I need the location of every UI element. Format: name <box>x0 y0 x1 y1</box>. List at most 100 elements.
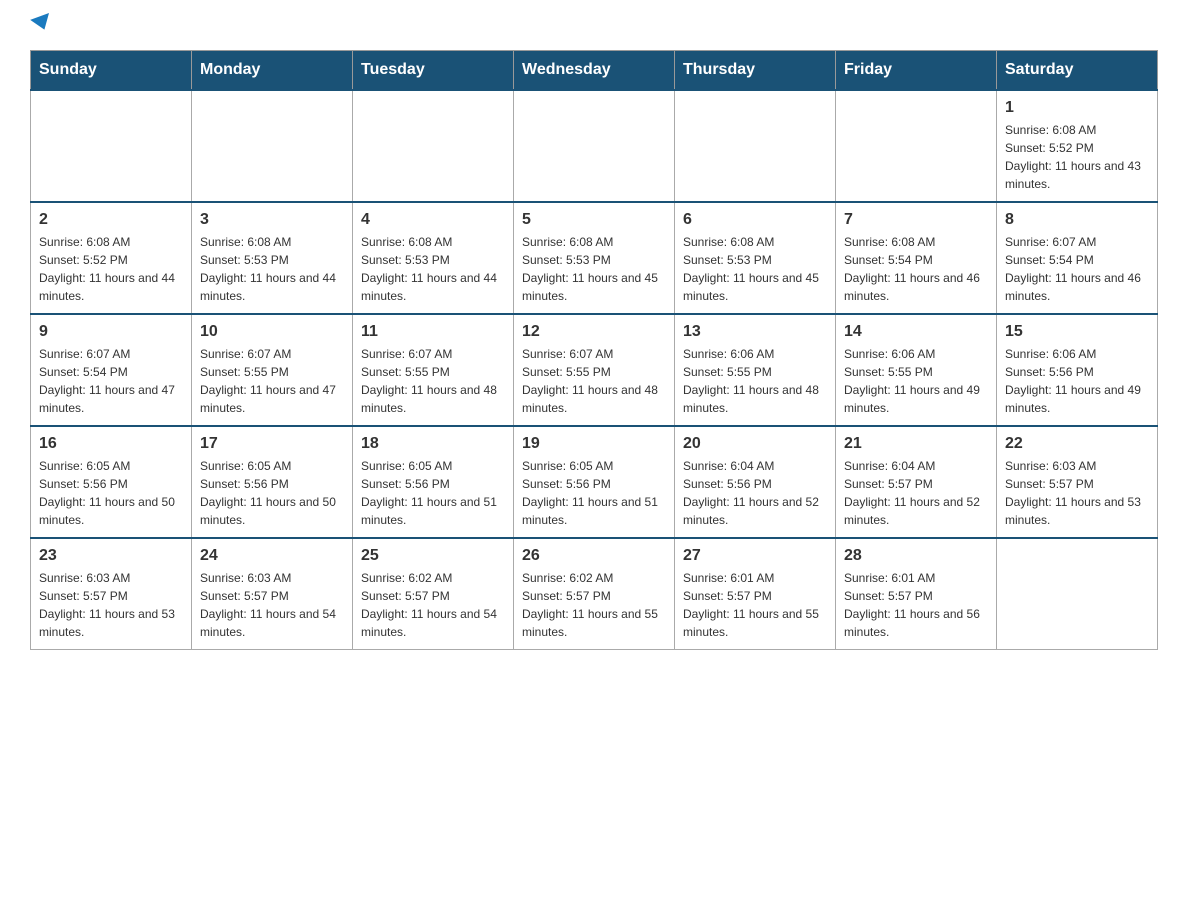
calendar-cell: 14Sunrise: 6:06 AMSunset: 5:55 PMDayligh… <box>836 314 997 426</box>
day-info: Sunrise: 6:03 AMSunset: 5:57 PMDaylight:… <box>39 569 183 641</box>
calendar-cell: 2 Sunrise: 6:08 AMSunset: 5:52 PMDaylight… <box>31 202 192 314</box>
day-number: 5 <box>522 211 666 229</box>
weekday-header-wednesday: Wednesday <box>514 51 675 91</box>
calendar-cell <box>192 90 353 202</box>
day-info: Sunrise: 6:05 AMSunset: 5:56 PMDaylight:… <box>200 457 344 529</box>
calendar-cell: 9 Sunrise: 6:07 AMSunset: 5:54 PMDaylight… <box>31 314 192 426</box>
week-row-3: 9 Sunrise: 6:07 AMSunset: 5:54 PMDaylight… <box>31 314 1158 426</box>
day-number: 4 <box>361 211 505 229</box>
calendar-cell: 16Sunrise: 6:05 AMSunset: 5:56 PMDayligh… <box>31 426 192 538</box>
day-info: Sunrise: 6:03 AMSunset: 5:57 PMDaylight:… <box>200 569 344 641</box>
day-info: Sunrise: 6:03 AMSunset: 5:57 PMDaylight:… <box>1005 457 1149 529</box>
day-number: 9 <box>39 323 183 341</box>
weekday-header-row: SundayMondayTuesdayWednesdayThursdayFrid… <box>31 51 1158 91</box>
day-number: 24 <box>200 547 344 565</box>
weekday-header-tuesday: Tuesday <box>353 51 514 91</box>
page-header <box>30 20 1158 30</box>
day-number: 18 <box>361 435 505 453</box>
day-number: 15 <box>1005 323 1149 341</box>
weekday-header-friday: Friday <box>836 51 997 91</box>
day-number: 11 <box>361 323 505 341</box>
day-number: 26 <box>522 547 666 565</box>
calendar-cell: 20 Sunrise: 6:04 AMSunset: 5:56 PMDayligh… <box>675 426 836 538</box>
day-info: Sunrise: 6:05 AMSunset: 5:56 PMDaylight:… <box>522 457 666 529</box>
calendar-cell: 26 Sunrise: 6:02 AMSunset: 5:57 PMDayligh… <box>514 538 675 650</box>
day-info: Sunrise: 6:06 AMSunset: 5:56 PMDaylight:… <box>1005 345 1149 417</box>
day-number: 13 <box>683 323 827 341</box>
calendar-cell: 25 Sunrise: 6:02 AMSunset: 5:57 PMDayligh… <box>353 538 514 650</box>
day-number: 19 <box>522 435 666 453</box>
calendar-cell: 23 Sunrise: 6:03 AMSunset: 5:57 PMDayligh… <box>31 538 192 650</box>
calendar-cell <box>836 90 997 202</box>
day-number: 28 <box>844 547 988 565</box>
day-number: 22 <box>1005 435 1149 453</box>
day-info: Sunrise: 6:05 AMSunset: 5:56 PMDaylight:… <box>361 457 505 529</box>
logo <box>30 20 52 30</box>
calendar-cell <box>675 90 836 202</box>
calendar-cell: 13 Sunrise: 6:06 AMSunset: 5:55 PMDayligh… <box>675 314 836 426</box>
calendar-cell: 27 Sunrise: 6:01 AMSunset: 5:57 PMDayligh… <box>675 538 836 650</box>
day-info: Sunrise: 6:08 AMSunset: 5:53 PMDaylight:… <box>522 233 666 305</box>
calendar-cell: 22 Sunrise: 6:03 AMSunset: 5:57 PMDayligh… <box>997 426 1158 538</box>
calendar-cell: 11 Sunrise: 6:07 AMSunset: 5:55 PMDayligh… <box>353 314 514 426</box>
calendar-cell <box>31 90 192 202</box>
weekday-header-sunday: Sunday <box>31 51 192 91</box>
day-info: Sunrise: 6:08 AMSunset: 5:53 PMDaylight:… <box>200 233 344 305</box>
calendar-cell <box>353 90 514 202</box>
day-number: 3 <box>200 211 344 229</box>
day-number: 7 <box>844 211 988 229</box>
day-info: Sunrise: 6:02 AMSunset: 5:57 PMDaylight:… <box>361 569 505 641</box>
week-row-5: 23 Sunrise: 6:03 AMSunset: 5:57 PMDayligh… <box>31 538 1158 650</box>
week-row-4: 16Sunrise: 6:05 AMSunset: 5:56 PMDayligh… <box>31 426 1158 538</box>
weekday-header-monday: Monday <box>192 51 353 91</box>
calendar-cell: 8 Sunrise: 6:07 AMSunset: 5:54 PMDaylight… <box>997 202 1158 314</box>
weekday-header-saturday: Saturday <box>997 51 1158 91</box>
logo-triangle-icon <box>30 13 54 33</box>
day-info: Sunrise: 6:04 AMSunset: 5:56 PMDaylight:… <box>683 457 827 529</box>
calendar-cell: 28 Sunrise: 6:01 AMSunset: 5:57 PMDayligh… <box>836 538 997 650</box>
calendar-cell: 15 Sunrise: 6:06 AMSunset: 5:56 PMDayligh… <box>997 314 1158 426</box>
week-row-2: 2 Sunrise: 6:08 AMSunset: 5:52 PMDaylight… <box>31 202 1158 314</box>
day-number: 20 <box>683 435 827 453</box>
day-info: Sunrise: 6:07 AMSunset: 5:55 PMDaylight:… <box>200 345 344 417</box>
day-info: Sunrise: 6:07 AMSunset: 5:55 PMDaylight:… <box>522 345 666 417</box>
calendar-cell: 10 Sunrise: 6:07 AMSunset: 5:55 PMDayligh… <box>192 314 353 426</box>
day-number: 1 <box>1005 99 1149 117</box>
day-info: Sunrise: 6:01 AMSunset: 5:57 PMDaylight:… <box>683 569 827 641</box>
day-info: Sunrise: 6:08 AMSunset: 5:53 PMDaylight:… <box>683 233 827 305</box>
day-number: 6 <box>683 211 827 229</box>
day-number: 17 <box>200 435 344 453</box>
day-number: 2 <box>39 211 183 229</box>
day-info: Sunrise: 6:02 AMSunset: 5:57 PMDaylight:… <box>522 569 666 641</box>
calendar-cell: 3 Sunrise: 6:08 AMSunset: 5:53 PMDaylight… <box>192 202 353 314</box>
day-number: 10 <box>200 323 344 341</box>
calendar-cell: 18 Sunrise: 6:05 AMSunset: 5:56 PMDayligh… <box>353 426 514 538</box>
calendar-cell: 17 Sunrise: 6:05 AMSunset: 5:56 PMDayligh… <box>192 426 353 538</box>
calendar-cell: 7 Sunrise: 6:08 AMSunset: 5:54 PMDaylight… <box>836 202 997 314</box>
day-info: Sunrise: 6:06 AMSunset: 5:55 PMDaylight:… <box>844 345 988 417</box>
day-info: Sunrise: 6:07 AMSunset: 5:55 PMDaylight:… <box>361 345 505 417</box>
day-number: 21 <box>844 435 988 453</box>
day-info: Sunrise: 6:08 AMSunset: 5:52 PMDaylight:… <box>39 233 183 305</box>
day-number: 27 <box>683 547 827 565</box>
day-number: 12 <box>522 323 666 341</box>
calendar-cell: 4 Sunrise: 6:08 AMSunset: 5:53 PMDaylight… <box>353 202 514 314</box>
day-info: Sunrise: 6:08 AMSunset: 5:54 PMDaylight:… <box>844 233 988 305</box>
calendar-cell: 5 Sunrise: 6:08 AMSunset: 5:53 PMDaylight… <box>514 202 675 314</box>
day-number: 8 <box>1005 211 1149 229</box>
calendar-cell <box>997 538 1158 650</box>
calendar-table: SundayMondayTuesdayWednesdayThursdayFrid… <box>30 50 1158 650</box>
day-info: Sunrise: 6:08 AMSunset: 5:52 PMDaylight:… <box>1005 121 1149 193</box>
calendar-cell: 24 Sunrise: 6:03 AMSunset: 5:57 PMDayligh… <box>192 538 353 650</box>
day-number: 23 <box>39 547 183 565</box>
day-info: Sunrise: 6:07 AMSunset: 5:54 PMDaylight:… <box>39 345 183 417</box>
day-info: Sunrise: 6:01 AMSunset: 5:57 PMDaylight:… <box>844 569 988 641</box>
day-info: Sunrise: 6:06 AMSunset: 5:55 PMDaylight:… <box>683 345 827 417</box>
calendar-cell: 6 Sunrise: 6:08 AMSunset: 5:53 PMDaylight… <box>675 202 836 314</box>
calendar-cell: 1 Sunrise: 6:08 AMSunset: 5:52 PMDaylight… <box>997 90 1158 202</box>
day-info: Sunrise: 6:08 AMSunset: 5:53 PMDaylight:… <box>361 233 505 305</box>
day-info: Sunrise: 6:07 AMSunset: 5:54 PMDaylight:… <box>1005 233 1149 305</box>
day-info: Sunrise: 6:04 AMSunset: 5:57 PMDaylight:… <box>844 457 988 529</box>
calendar-cell: 21 Sunrise: 6:04 AMSunset: 5:57 PMDayligh… <box>836 426 997 538</box>
day-number: 25 <box>361 547 505 565</box>
